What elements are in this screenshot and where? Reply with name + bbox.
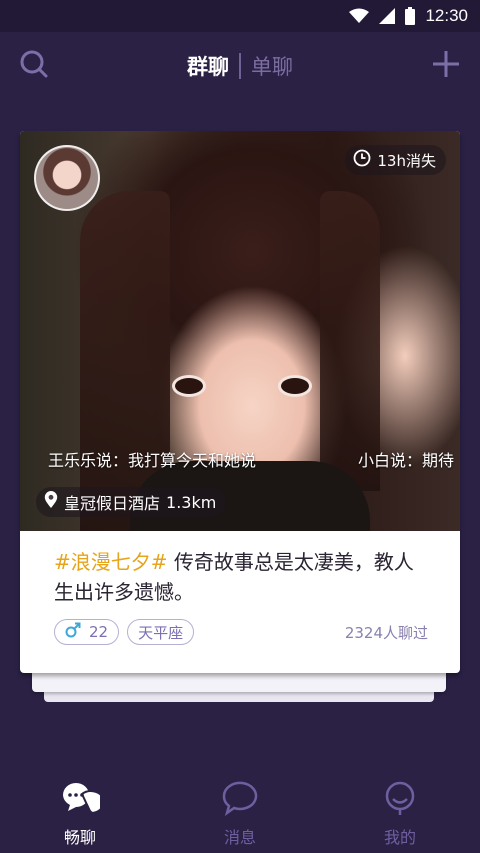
story-description: #浪漫七夕# 传奇故事总是太凄美，教人生出许多遗憾。 <box>54 547 428 607</box>
age-text: 22 <box>89 623 109 641</box>
card-body: #浪漫七夕# 传奇故事总是太凄美，教人生出许多遗憾。 22 天平座 2324人聊… <box>20 531 460 673</box>
plus-icon <box>431 49 461 83</box>
nav-label: 我的 <box>383 828 416 847</box>
photo-eye <box>172 375 206 397</box>
story-photo: 13h消失 王乐乐说：我打算今天和她说 小白说：期待 皇冠假日酒店 1.3km <box>20 131 460 531</box>
chat-type-tabs: 群聊 单聊 <box>177 51 303 81</box>
nav-label: 畅聊 <box>63 828 96 847</box>
timer-text: 13h消失 <box>377 151 436 170</box>
timer-badge: 13h消失 <box>345 145 446 175</box>
male-icon <box>65 622 81 642</box>
battery-icon <box>405 7 416 25</box>
danmaku-comment: 王乐乐说：我打算今天和她说 <box>48 451 257 470</box>
gender-age-tag: 22 <box>54 619 120 645</box>
topic-hashtag[interactable]: #浪漫七夕# <box>54 550 168 574</box>
message-icon <box>220 780 260 820</box>
location-badge[interactable]: 皇冠假日酒店 1.3km <box>36 487 227 517</box>
location-distance: 1.3km <box>166 492 217 512</box>
nav-label: 消息 <box>223 828 256 847</box>
search-button[interactable] <box>18 50 50 82</box>
location-pin-icon <box>44 491 58 513</box>
top-nav: 群聊 单聊 <box>0 32 480 100</box>
clock-icon <box>353 149 371 171</box>
chat-count: 2324人聊过 <box>344 623 428 642</box>
photo-eye <box>278 375 312 397</box>
nav-item-chat[interactable]: 畅聊 <box>0 770 160 853</box>
add-button[interactable] <box>430 50 462 82</box>
status-time: 12:30 <box>425 6 468 25</box>
danmaku-comment: 小白说：期待 <box>358 451 455 470</box>
search-icon <box>19 49 49 83</box>
status-bar: 12:30 <box>0 0 480 32</box>
location-name: 皇冠假日酒店 <box>64 494 161 513</box>
nav-item-messages[interactable]: 消息 <box>160 770 320 853</box>
profile-icon <box>380 780 420 820</box>
tab-group-chat[interactable]: 群聊 <box>177 51 239 81</box>
zodiac-tag: 天平座 <box>127 619 195 645</box>
chat-bubbles-icon <box>60 780 105 820</box>
signal-icon <box>379 8 396 24</box>
user-avatar[interactable] <box>34 145 100 211</box>
card-meta: 22 天平座 2324人聊过 <box>54 619 428 645</box>
wifi-icon <box>349 8 370 24</box>
tab-single-chat[interactable]: 单聊 <box>241 51 303 81</box>
photo-hair <box>320 191 380 491</box>
nav-item-profile[interactable]: 我的 <box>320 770 480 853</box>
bottom-nav: 畅聊 消息 我的 <box>0 770 480 853</box>
story-card[interactable]: 13h消失 王乐乐说：我打算今天和她说 小白说：期待 皇冠假日酒店 1.3km … <box>20 131 460 673</box>
